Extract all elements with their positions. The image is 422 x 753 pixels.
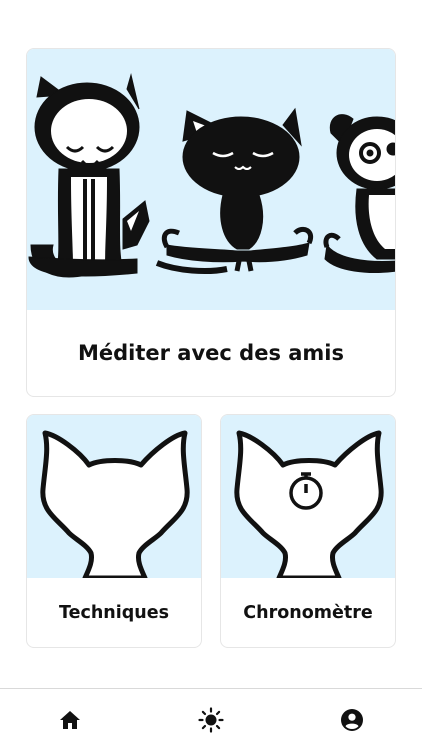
techniques-illustration xyxy=(27,415,201,578)
home-icon xyxy=(60,711,81,729)
tab-home[interactable] xyxy=(40,700,100,740)
dog-figure xyxy=(323,114,395,273)
chronometer-illustration xyxy=(221,415,395,578)
techniques-card[interactable]: Techniques xyxy=(26,414,202,648)
bottom-tab-bar xyxy=(0,688,422,753)
meditate-with-friends-card[interactable]: Méditer avec des amis xyxy=(26,48,396,397)
chronometer-card[interactable]: Chronomètre xyxy=(220,414,396,648)
meditate-with-friends-label: Méditer avec des amis xyxy=(77,341,345,365)
tab-sun[interactable] xyxy=(181,700,241,740)
sun-icon xyxy=(198,707,224,733)
chronometer-label: Chronomètre xyxy=(243,602,373,623)
tab-profile[interactable] xyxy=(322,700,382,740)
meditating-animals-illustration xyxy=(27,49,395,310)
account-icon xyxy=(340,709,363,731)
techniques-label: Techniques xyxy=(58,602,170,623)
fox-figure xyxy=(28,73,150,278)
cat-figure xyxy=(155,107,313,274)
